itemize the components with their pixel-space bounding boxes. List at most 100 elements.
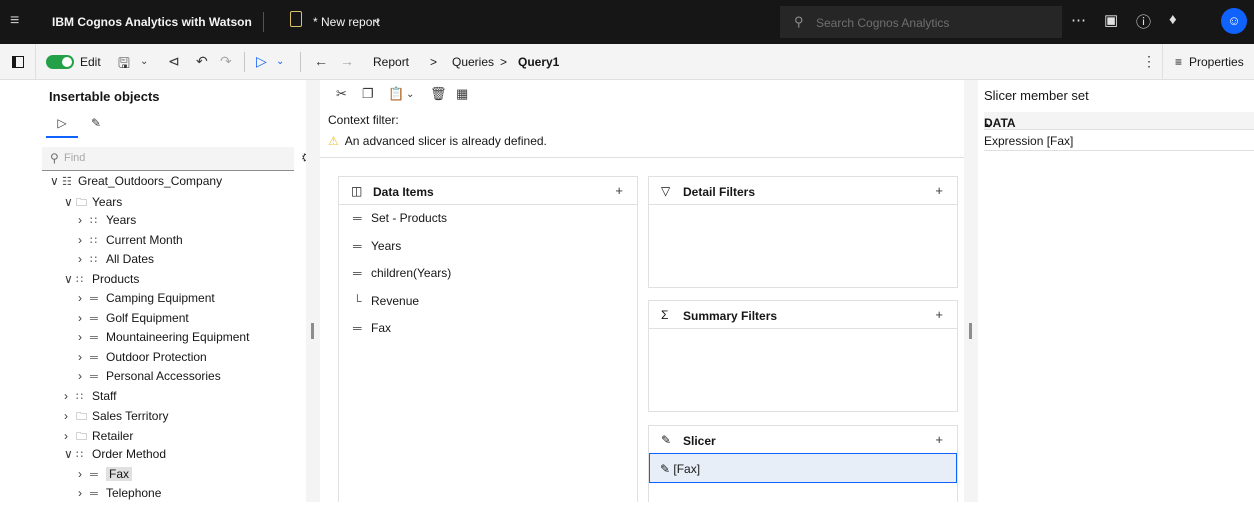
chevron-right-icon[interactable]: › [78, 350, 90, 364]
tree-node-label: All Dates [106, 252, 155, 266]
share-icon[interactable]: ⊲ [168, 53, 180, 70]
tree-node[interactable]: ∨ ∷ Products [64, 272, 139, 291]
add-slicer-icon[interactable]: + [935, 432, 943, 447]
breadcrumb-queries[interactable]: Queries [452, 55, 494, 69]
hamburger-menu-icon[interactable]: ≡ [10, 12, 19, 30]
chevron-right-icon[interactable]: › [78, 233, 90, 247]
hierarchy-icon: ∷ [76, 273, 83, 286]
tree-node[interactable]: › ∷ Staff [64, 389, 116, 408]
find-input[interactable]: ⚲ Find [42, 147, 294, 171]
splitter-grip[interactable] [969, 323, 972, 339]
tree-node[interactable]: › ═ Fax [78, 466, 133, 486]
member-icon: ═ [90, 332, 98, 344]
divider [263, 12, 264, 32]
tab-source[interactable]: ▷ [46, 110, 78, 138]
tree-node[interactable]: ∨ ∷ Order Method [64, 447, 166, 466]
member-icon: ═ [353, 266, 362, 280]
chevron-right-icon[interactable]: › [78, 311, 90, 325]
chevron-right-icon[interactable]: › [78, 213, 90, 227]
chevron-down-icon[interactable]: ⌄ [372, 12, 382, 26]
tree-node-label: Telephone [106, 486, 162, 500]
tree-node[interactable]: ∨ ☷ Great_Outdoors_Company [50, 174, 222, 193]
properties-button[interactable]: ≡ Properties [1162, 44, 1254, 80]
data-item[interactable]: ═ Fax [353, 321, 391, 335]
chevron-right-icon[interactable]: › [78, 369, 90, 383]
chevron-right-icon[interactable]: › [78, 467, 90, 481]
left-splitter[interactable] [306, 80, 320, 502]
add-data-item-icon[interactable]: + [615, 183, 623, 198]
tab-toolbox[interactable]: ✎ [80, 110, 112, 138]
breadcrumb-query1[interactable]: Query1 [518, 55, 559, 69]
chevron-down-icon[interactable]: ∨ [64, 195, 76, 209]
paste-menu-chevron-icon[interactable]: ⌄ [406, 89, 414, 100]
warning-icon: ⚠ [328, 134, 339, 148]
tree-node[interactable]: › ═ Golf Equipment [78, 311, 189, 330]
tree-node[interactable]: ∨ 🗀 Years [64, 194, 122, 213]
tree-node-label: Sales Territory [92, 409, 169, 423]
run-icon[interactable]: ▷ [256, 53, 267, 70]
right-splitter[interactable] [964, 80, 978, 502]
data-item-label: Revenue [371, 293, 420, 308]
tree-node[interactable]: › 🗀 Retailer [64, 428, 133, 447]
add-detail-filter-icon[interactable]: + [935, 183, 943, 198]
properties-title: Slicer member set [984, 88, 1089, 103]
chevron-right-icon[interactable]: › [64, 429, 76, 443]
more-options-icon[interactable]: ⋯ [1071, 11, 1086, 29]
chevron-right-icon[interactable]: › [78, 330, 90, 344]
report-title[interactable]: * New report [313, 15, 380, 29]
report-icon [290, 11, 302, 27]
copy-icon[interactable]: ❐ [362, 86, 374, 102]
tree-node[interactable]: › ═ Mountaineering Equipment [78, 330, 249, 349]
data-item[interactable]: └ Revenue [353, 294, 419, 308]
chevron-right-icon[interactable]: › [64, 389, 76, 403]
tree-node[interactable]: › ═ Telephone [78, 486, 161, 505]
summary-filters-card: Σ Summary Filters + [648, 300, 958, 412]
grid-icon: ☷ [62, 176, 72, 188]
data-item[interactable]: ═ Set - Products [353, 211, 447, 225]
grid-settings-icon[interactable]: ▦ [456, 86, 468, 102]
chevron-right-icon[interactable]: › [78, 486, 90, 500]
tree-node[interactable]: › ═ Camping Equipment [78, 291, 215, 310]
tree-node[interactable]: › 🗀 Sales Territory [64, 408, 168, 427]
data-item[interactable]: ═ Years [353, 239, 401, 253]
chevron-down-icon[interactable]: ∨ [64, 447, 76, 461]
redo-icon[interactable]: ↷ [220, 53, 232, 70]
tree-node[interactable]: › ∷ All Dates [78, 252, 154, 271]
section-data[interactable]: ⌄ DATA [984, 112, 1254, 130]
toggle-panel-button[interactable] [0, 44, 36, 80]
chevron-right-icon[interactable]: › [78, 291, 90, 305]
paste-icon[interactable]: 📋 [388, 86, 404, 102]
context-warning-text: An advanced slicer is already defined. [344, 134, 547, 148]
chevron-right-icon[interactable]: › [64, 409, 76, 423]
help-icon[interactable]: ⓘ [1136, 11, 1151, 32]
undo-icon[interactable]: ↶ [196, 53, 208, 70]
tree-node[interactable]: › ∷ Years [78, 213, 136, 232]
tree-node[interactable]: › ═ Outdoor Protection [78, 350, 207, 369]
data-item[interactable]: ═ children(Years) [353, 266, 451, 280]
property-expression[interactable]: Expression [Fax] [984, 133, 1254, 151]
run-menu-chevron-icon[interactable]: ⌄ [276, 56, 284, 67]
context-warning: ⚠ An advanced slicer is already defined. [328, 134, 547, 148]
splitter-grip[interactable] [311, 323, 314, 339]
add-summary-filter-icon[interactable]: + [935, 307, 943, 322]
tree-node-label: Fax [106, 466, 133, 481]
delete-icon[interactable]: 🗑 [430, 86, 447, 102]
breadcrumb-report[interactable]: Report [373, 55, 409, 69]
edit-toggle[interactable] [46, 55, 74, 69]
tree-node[interactable]: › ∷ Current Month [78, 233, 183, 252]
slicer-item[interactable]: ✎ [Fax] [649, 453, 957, 483]
view-icon[interactable]: ▣ [1104, 11, 1118, 29]
search-box[interactable]: ⚲ Search Cognos Analytics [780, 6, 1062, 38]
cut-icon[interactable]: ✂ [336, 86, 347, 102]
save-icon[interactable]: 🖫 [118, 53, 130, 77]
overflow-menu-icon[interactable]: ⋮ [1142, 53, 1156, 70]
forward-arrow-icon[interactable]: → [340, 53, 354, 69]
tree-node[interactable]: › ═ Personal Accessories [78, 369, 221, 388]
notifications-icon[interactable]: ♦ [1169, 11, 1177, 28]
user-avatar-icon[interactable]: ☺ [1221, 8, 1247, 34]
chevron-right-icon[interactable]: › [78, 252, 90, 266]
chevron-down-icon[interactable]: ∨ [50, 174, 62, 188]
back-arrow-icon[interactable]: ← [314, 53, 328, 69]
chevron-down-icon[interactable]: ∨ [64, 272, 76, 286]
save-menu-chevron-icon[interactable]: ⌄ [140, 56, 148, 67]
